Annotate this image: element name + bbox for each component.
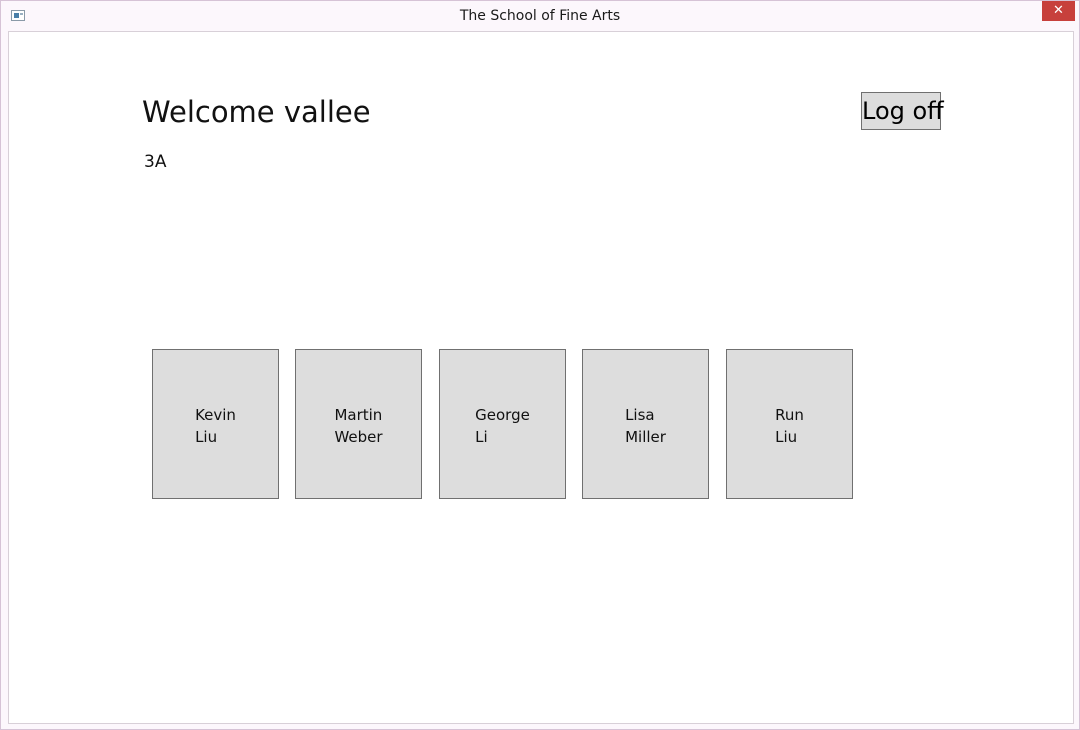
student-first-name: Martin — [334, 406, 383, 424]
student-first-name: George — [475, 406, 530, 424]
main-content: Welcome vallee 3A Log off Kevin Liu Mart… — [8, 31, 1074, 724]
student-tile-kevin-liu[interactable]: Kevin Liu — [152, 349, 279, 499]
student-name: Kevin Liu — [153, 404, 278, 448]
class-label: 3A — [144, 152, 167, 172]
student-last-name: Li — [475, 428, 488, 446]
student-tile-george-li[interactable]: George Li — [439, 349, 566, 499]
student-first-name: Run — [775, 406, 804, 424]
title-bar[interactable]: The School of Fine Arts ✕ — [1, 1, 1079, 31]
welcome-heading: Welcome vallee — [142, 95, 371, 129]
student-tile-martin-weber[interactable]: Martin Weber — [295, 349, 422, 499]
close-button[interactable]: ✕ — [1042, 1, 1075, 21]
app-window: The School of Fine Arts ✕ Welcome vallee… — [0, 0, 1080, 730]
student-name: George Li — [440, 404, 565, 448]
student-first-name: Kevin — [195, 406, 236, 424]
window-title: The School of Fine Arts — [459, 8, 621, 24]
log-off-button[interactable]: Log off — [861, 92, 944, 130]
student-last-name: Weber — [334, 428, 383, 446]
student-name: Lisa Miller — [583, 404, 708, 448]
student-last-name: Miller — [625, 428, 666, 446]
close-icon: ✕ — [1053, 3, 1064, 18]
student-first-name: Lisa — [625, 406, 655, 424]
student-tile-run-liu[interactable]: Run Liu — [726, 349, 853, 499]
student-last-name: Liu — [775, 428, 798, 446]
student-tile-lisa-miller[interactable]: Lisa Miller — [582, 349, 709, 499]
student-name: Martin Weber — [296, 404, 421, 448]
student-name: Run Liu — [727, 404, 852, 448]
student-last-name: Liu — [195, 428, 218, 446]
